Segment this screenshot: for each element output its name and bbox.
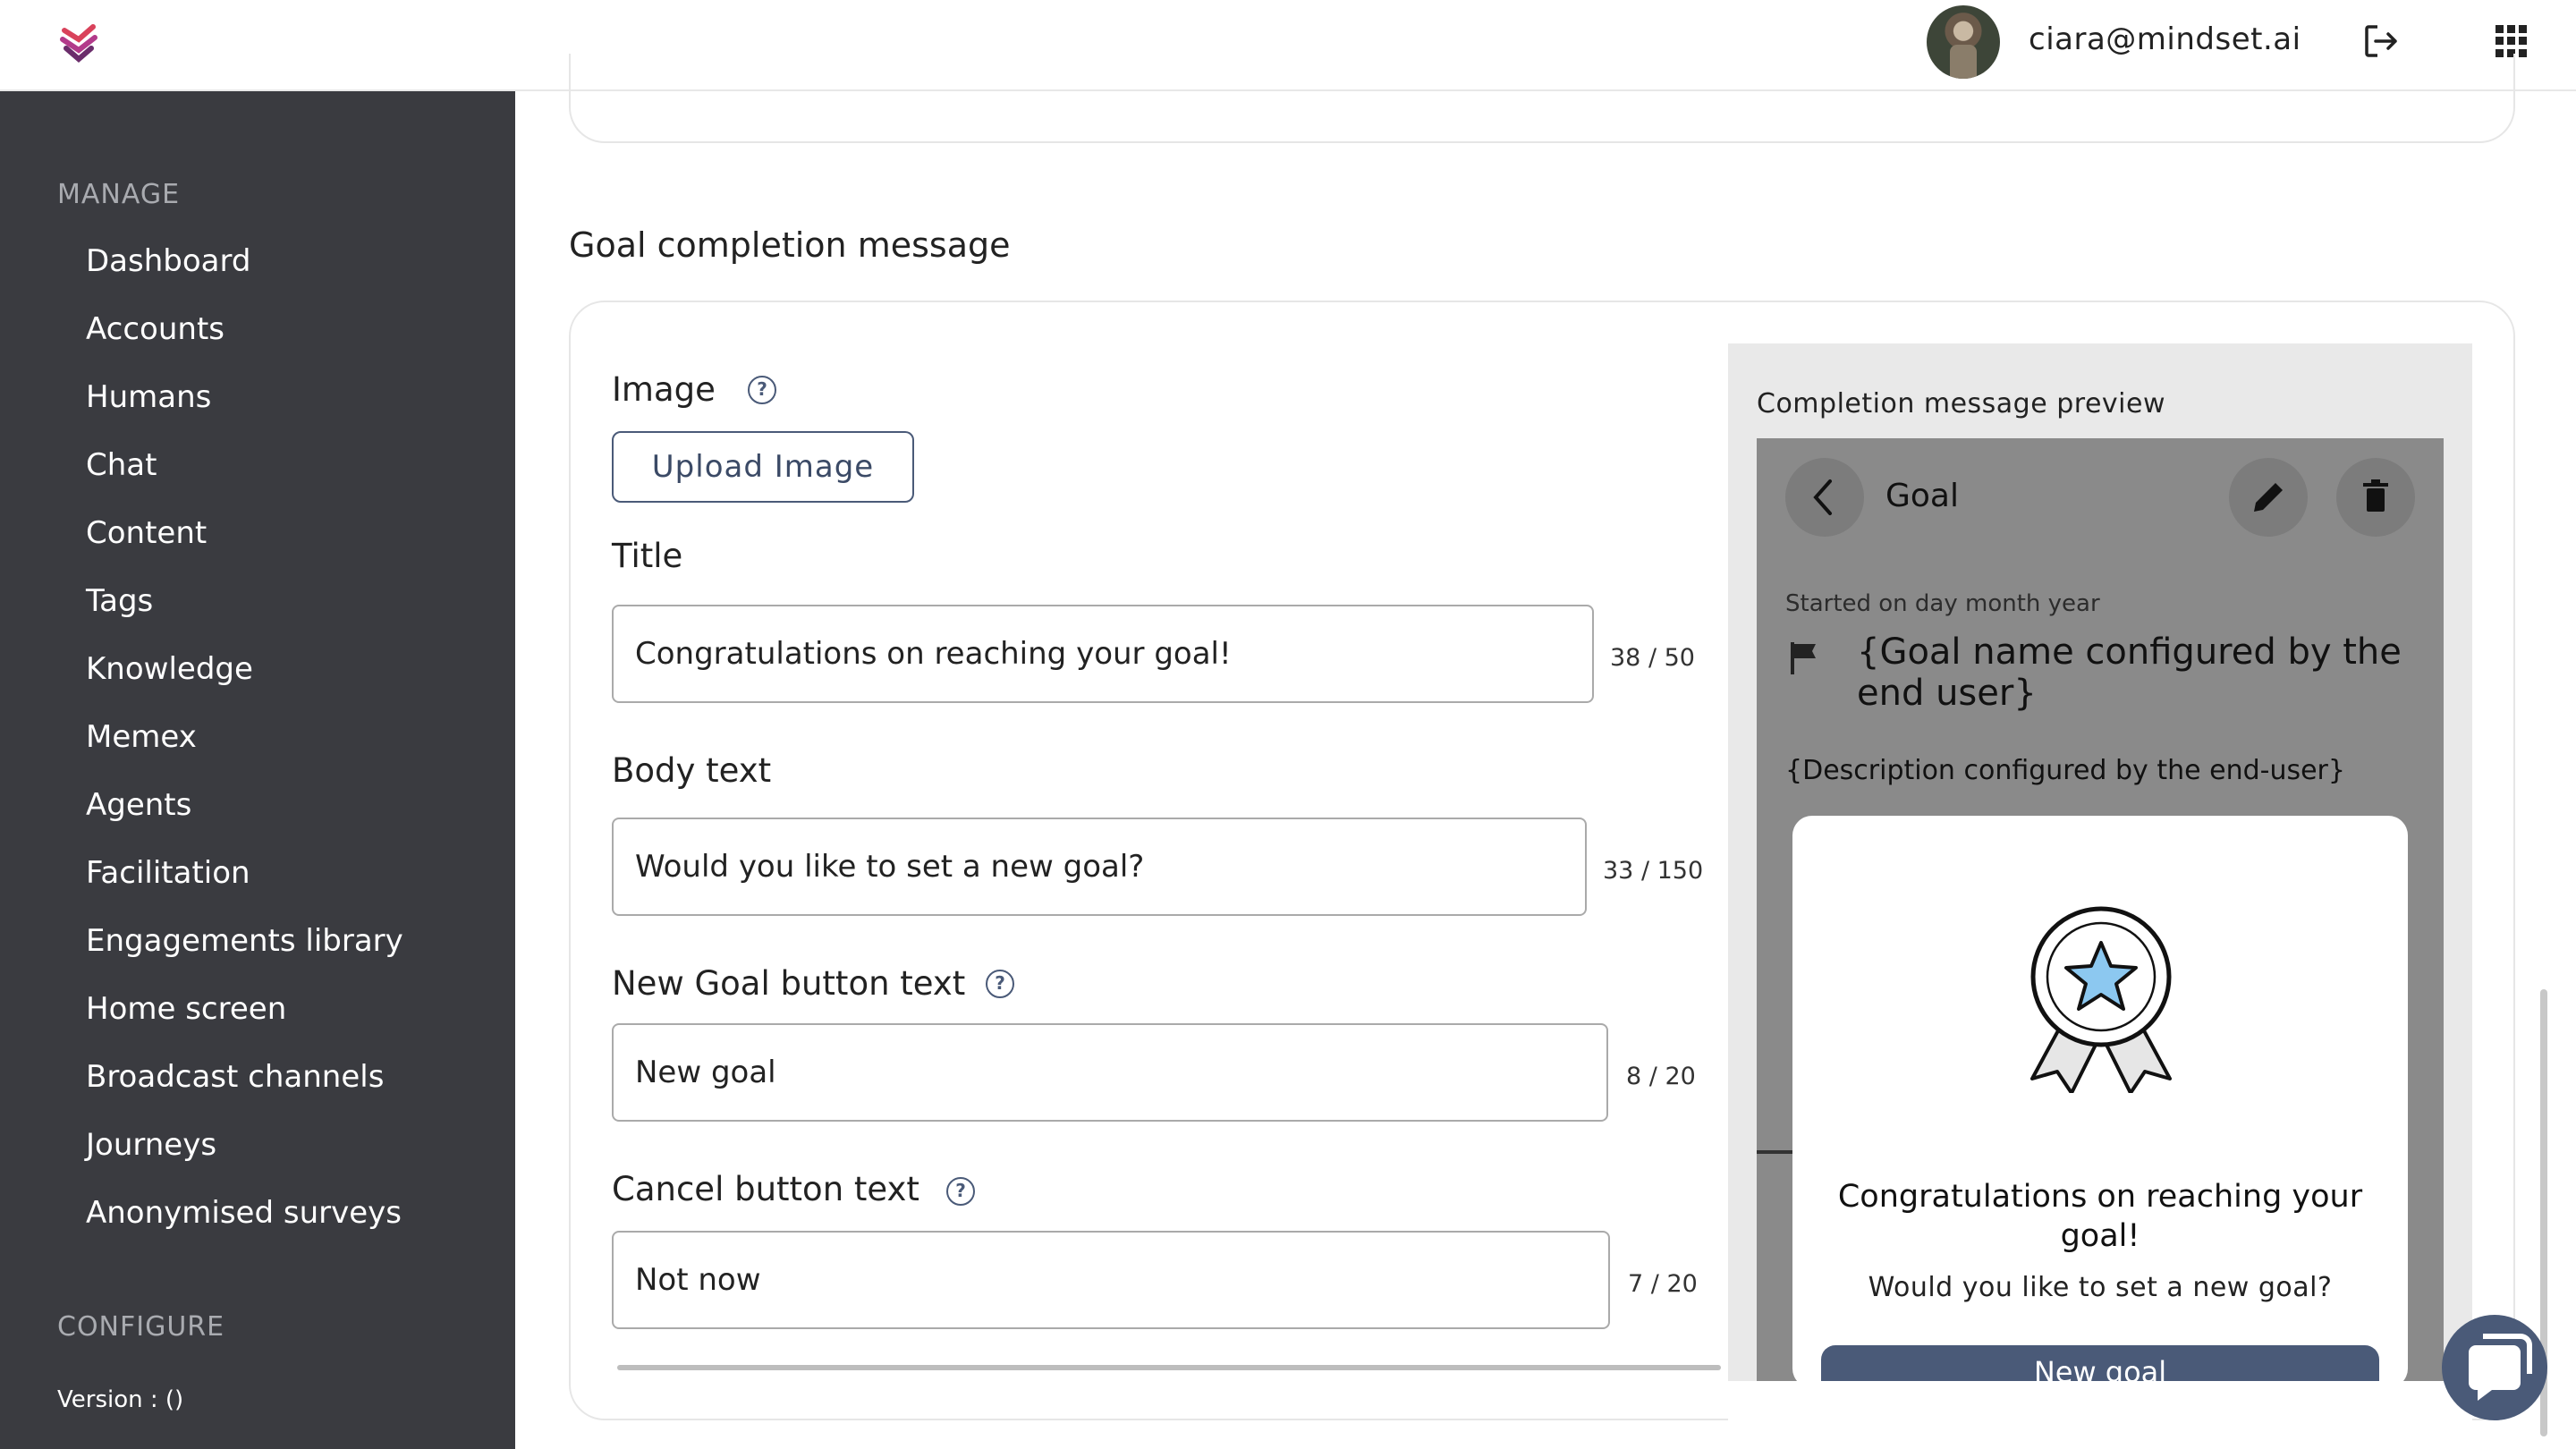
completion-modal: Congratulations on reaching your goal! W… bbox=[1792, 816, 2408, 1388]
sidebar-item-facilitation[interactable]: Facilitation bbox=[86, 855, 250, 891]
title-label: Title bbox=[612, 537, 683, 575]
preview-heading: Completion message preview bbox=[1757, 388, 2165, 419]
sidebar-item-accounts[interactable]: Accounts bbox=[86, 311, 225, 347]
delete-button bbox=[2336, 458, 2415, 537]
body-text-counter: 33 / 150 bbox=[1603, 857, 1704, 885]
chevron-left-icon bbox=[1813, 479, 1832, 515]
sidebar-heading-configure: CONFIGURE bbox=[57, 1311, 225, 1343]
sidebar-item-engagements-library[interactable]: Engagements library bbox=[86, 923, 403, 959]
trash-icon bbox=[2363, 479, 2388, 512]
body-text-input[interactable] bbox=[612, 818, 1587, 916]
flag-icon bbox=[1791, 642, 1816, 674]
sidebar-item-dashboard[interactable]: Dashboard bbox=[86, 243, 250, 279]
sidebar-item-agents[interactable]: Agents bbox=[86, 787, 191, 823]
started-date: Started on day month year bbox=[1785, 590, 2100, 617]
image-help-icon[interactable]: ? bbox=[748, 376, 776, 404]
app-logo[interactable] bbox=[54, 18, 104, 68]
sidebar-item-home-screen[interactable]: Home screen bbox=[86, 991, 286, 1027]
cancel-counter: 7 / 20 bbox=[1628, 1270, 1698, 1298]
back-button bbox=[1785, 458, 1864, 537]
preview-bottom-mask bbox=[1728, 1381, 2472, 1420]
award-ribbon-icon bbox=[2030, 906, 2172, 1093]
phone-screen-title: Goal bbox=[1885, 478, 1959, 514]
title-input[interactable] bbox=[612, 605, 1594, 703]
modal-title: Congratulations on reaching your goal! bbox=[1837, 1179, 2363, 1254]
previous-section-card bbox=[569, 54, 2515, 143]
sidebar: MANAGE Dashboard Accounts Humans Chat Co… bbox=[0, 91, 515, 1449]
cancel-help-icon[interactable]: ? bbox=[946, 1177, 975, 1206]
image-label: Image bbox=[612, 370, 716, 409]
new-goal-button-input[interactable] bbox=[612, 1023, 1608, 1122]
chat-bubble-icon bbox=[2469, 1334, 2532, 1401]
body-text-label: Body text bbox=[612, 751, 772, 790]
sidebar-item-memex[interactable]: Memex bbox=[86, 719, 197, 755]
title-counter: 38 / 50 bbox=[1610, 644, 1695, 672]
pencil-icon bbox=[2254, 483, 2283, 512]
sidebar-item-tags[interactable]: Tags bbox=[86, 583, 153, 619]
new-goal-counter: 8 / 20 bbox=[1626, 1063, 1696, 1090]
goal-description: {Description configured by the end-user} bbox=[1785, 755, 2345, 786]
sidebar-item-broadcast-channels[interactable]: Broadcast channels bbox=[86, 1059, 384, 1095]
apps-grid-icon[interactable] bbox=[2496, 25, 2528, 57]
version-label: Version : () bbox=[57, 1386, 184, 1413]
sidebar-heading-manage: MANAGE bbox=[57, 179, 181, 210]
section-title: Goal completion message bbox=[569, 225, 1011, 265]
sidebar-item-journeys[interactable]: Journeys bbox=[86, 1127, 216, 1163]
sidebar-item-content[interactable]: Content bbox=[86, 515, 207, 551]
goal-name: {Goal name configured by the end user} bbox=[1857, 631, 2402, 714]
sidebar-item-anonymised-surveys[interactable]: Anonymised surveys bbox=[86, 1195, 402, 1231]
new-goal-help-icon[interactable]: ? bbox=[986, 970, 1014, 998]
user-email: ciara@mindset.ai bbox=[2029, 21, 2301, 57]
cancel-button-input[interactable] bbox=[612, 1231, 1610, 1329]
cancel-button-label: Cancel button text bbox=[612, 1170, 919, 1208]
sidebar-item-humans[interactable]: Humans bbox=[86, 379, 211, 415]
upload-image-button[interactable]: Upload Image bbox=[612, 431, 914, 503]
chat-launcher-button[interactable] bbox=[2442, 1315, 2547, 1420]
modal-body: Would you like to set a new goal? bbox=[1868, 1272, 2333, 1303]
sidebar-item-knowledge[interactable]: Knowledge bbox=[86, 651, 253, 687]
new-goal-button-label: New Goal button text bbox=[612, 964, 966, 1003]
sidebar-item-chat[interactable]: Chat bbox=[86, 447, 157, 483]
horizontal-scrollbar[interactable] bbox=[617, 1365, 1721, 1370]
edit-button bbox=[2229, 458, 2308, 537]
